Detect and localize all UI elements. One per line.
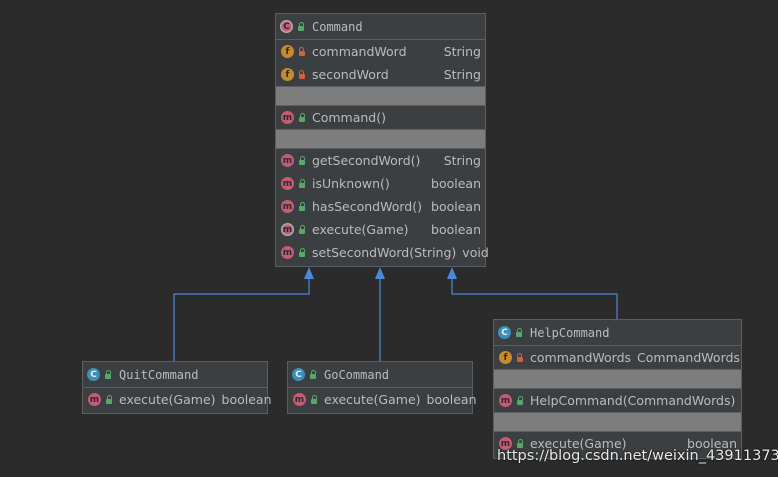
public-lock-icon [297, 21, 306, 31]
field-icon: f [499, 351, 512, 364]
abstract-class-icon: C [280, 20, 293, 33]
section-separator [494, 369, 741, 389]
method-return-type: boolean [431, 222, 481, 237]
class-name: Command [312, 19, 363, 34]
method-name: hasSecondWord() [312, 199, 422, 214]
constructor-name: HelpCommand(CommandWords) [530, 393, 736, 408]
field-icon: f [281, 45, 294, 58]
field-name: commandWord [312, 44, 407, 59]
public-lock-icon [309, 369, 318, 379]
field-row[interactable]: f secondWord String [276, 63, 485, 86]
method-name: execute(Game) [119, 392, 216, 407]
method-return-type: boolean [431, 199, 481, 214]
public-lock-icon [104, 369, 113, 379]
private-lock-icon [516, 352, 525, 362]
class-name: QuitCommand [119, 367, 199, 382]
method-row[interactable]: m setSecondWord(String) void [276, 241, 489, 264]
method-row[interactable]: m getSecondWord() String [276, 149, 485, 172]
method-row[interactable]: m execute(Game) boolean [83, 388, 272, 411]
method-name: setSecondWord(String) [312, 245, 457, 260]
field-type: CommandWords [637, 350, 740, 365]
class-icon: C [292, 368, 305, 381]
method-icon: m [281, 154, 294, 167]
field-icon: f [281, 68, 294, 81]
method-name: execute(Game) [312, 222, 409, 237]
private-lock-icon [298, 46, 307, 56]
method-return-type: void [462, 245, 489, 260]
constructor-row[interactable]: m Command() [276, 106, 485, 129]
field-row[interactable]: f commandWords CommandWords [494, 346, 741, 369]
public-lock-icon [298, 112, 307, 122]
watermark-text: https://blog.csdn.net/weixin_43911373 [497, 448, 778, 464]
class-help-command[interactable]: C HelpCommand f commandWords CommandWord… [493, 319, 742, 459]
method-row[interactable]: m execute(Game) boolean [288, 388, 477, 411]
method-icon: m [499, 394, 512, 407]
method-icon: m [281, 200, 294, 213]
method-return-type: boolean [426, 392, 477, 407]
field-type: String [443, 44, 481, 59]
method-name: isUnknown() [312, 176, 390, 191]
field-name: secondWord [312, 67, 389, 82]
class-name: HelpCommand [530, 325, 610, 340]
section-separator [276, 129, 485, 149]
method-icon: m [281, 246, 294, 259]
public-lock-icon [298, 201, 307, 211]
class-quit-command[interactable]: C QuitCommand m execute(Game) boolean [82, 361, 272, 414]
private-lock-icon [298, 69, 307, 79]
method-icon: m [281, 111, 294, 124]
class-header: C QuitCommand [83, 362, 267, 388]
constructor-name: Command() [312, 110, 386, 125]
class-header: C HelpCommand [494, 320, 741, 346]
public-lock-icon [516, 438, 525, 448]
method-name: execute(Game) [324, 392, 421, 407]
field-name: commandWords [530, 350, 632, 365]
public-lock-icon [298, 224, 307, 234]
public-lock-icon [298, 247, 307, 257]
field-row[interactable]: f commandWord String [276, 40, 485, 63]
class-icon: C [498, 326, 511, 339]
field-type: String [443, 67, 481, 82]
public-lock-icon [515, 327, 524, 337]
method-return-type: String [443, 153, 481, 168]
method-name: getSecondWord() [312, 153, 421, 168]
arrowhead-quit [304, 267, 314, 279]
class-command[interactable]: C Command f commandWord String f secondW… [275, 13, 489, 267]
public-lock-icon [310, 394, 319, 404]
method-return-type: boolean [221, 392, 272, 407]
constructor-row[interactable]: m HelpCommand(CommandWords) [494, 389, 741, 412]
class-header: C Command [276, 14, 485, 40]
class-icon: C [87, 368, 100, 381]
public-lock-icon [516, 395, 525, 405]
class-name: GoCommand [324, 367, 390, 382]
arrow-help-to-command [451, 278, 618, 319]
method-row[interactable]: m execute(Game) boolean [276, 218, 485, 241]
public-lock-icon [105, 394, 114, 404]
arrowhead-help [447, 267, 457, 279]
method-icon: m [293, 393, 306, 406]
public-lock-icon [298, 155, 307, 165]
method-return-type: boolean [431, 176, 481, 191]
class-go-command[interactable]: C GoCommand m execute(Game) boolean [287, 361, 477, 414]
class-header: C GoCommand [288, 362, 472, 388]
arrow-quit-to-command [173, 278, 310, 361]
method-row[interactable]: m isUnknown() boolean [276, 172, 485, 195]
arrowhead-go [375, 267, 385, 279]
abstract-method-icon: m [281, 223, 294, 236]
section-separator [276, 86, 485, 106]
section-separator [494, 412, 741, 432]
public-lock-icon [298, 178, 307, 188]
method-icon: m [88, 393, 101, 406]
method-icon: m [281, 177, 294, 190]
method-row[interactable]: m hasSecondWord() boolean [276, 195, 485, 218]
